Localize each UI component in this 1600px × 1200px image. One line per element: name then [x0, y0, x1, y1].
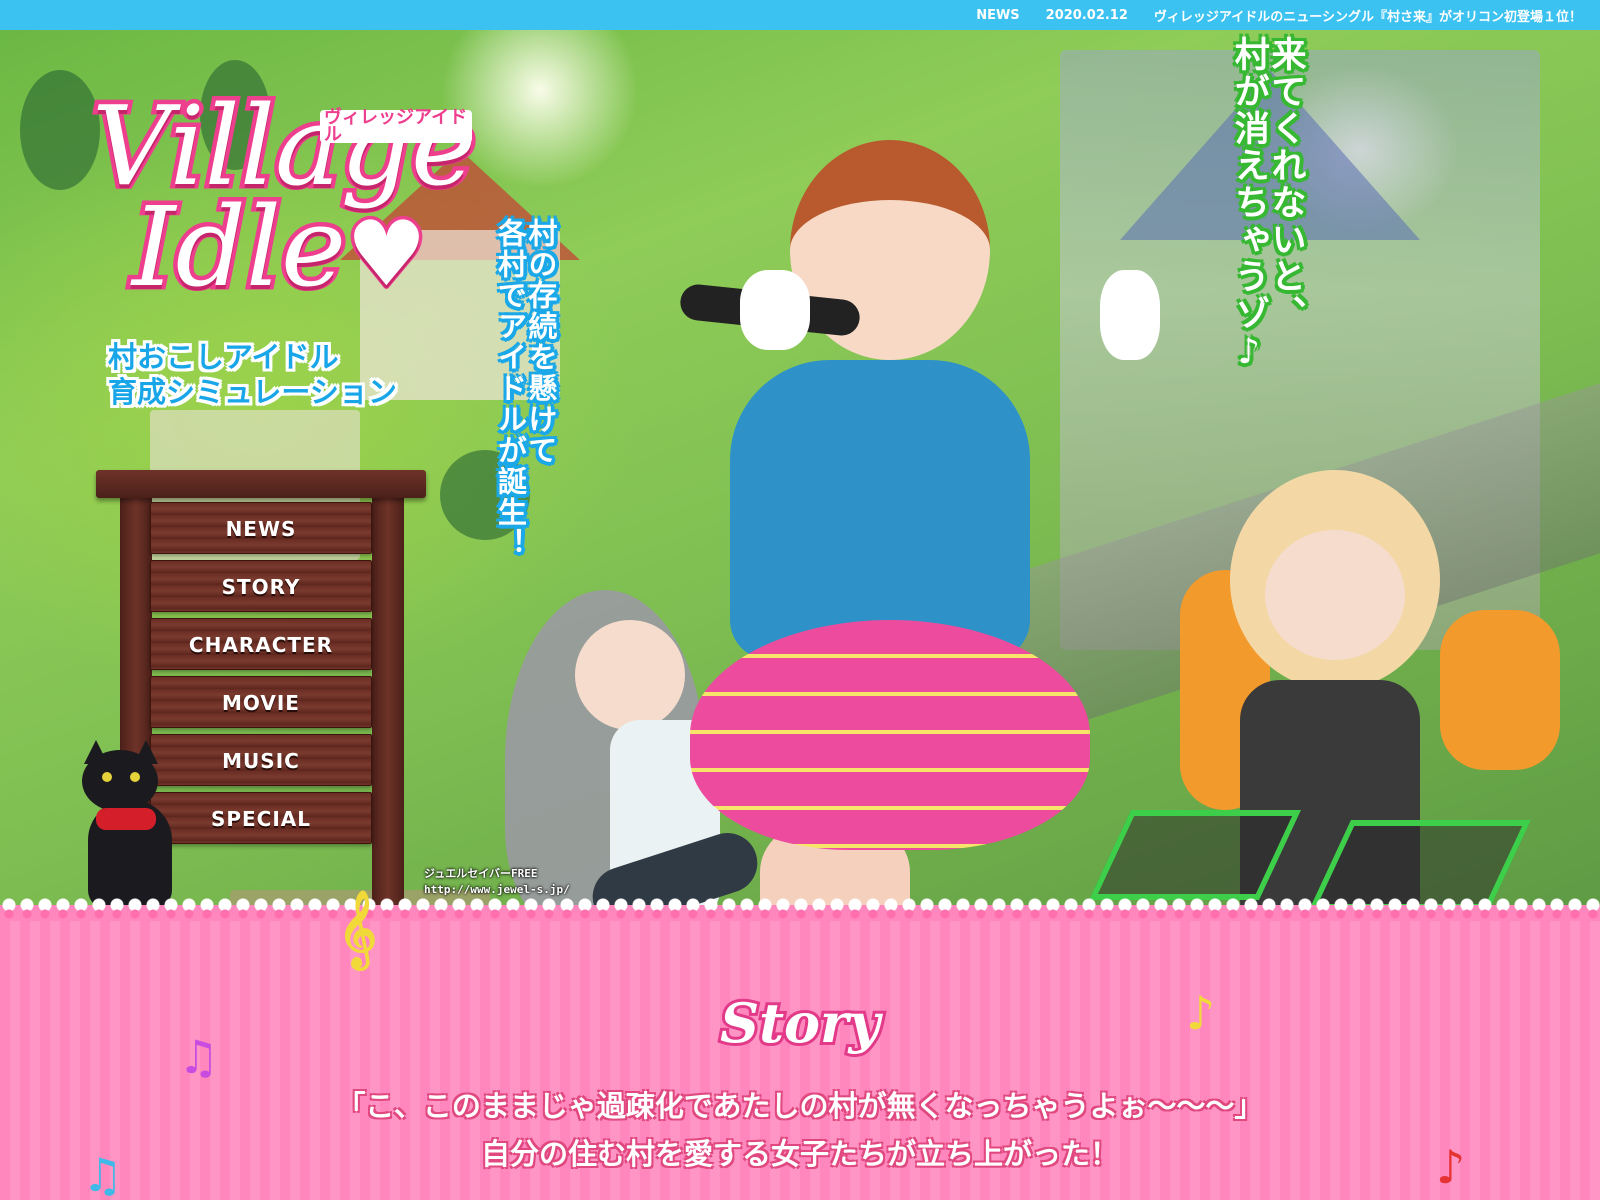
nav-story[interactable]: STORY [150, 560, 372, 612]
cat-eye [130, 772, 140, 782]
tagline-line2: 育成シミュレーション [108, 374, 397, 409]
cat-bow [96, 808, 156, 830]
news-headline-link[interactable]: ヴィレッジアイドルのニューシングル『村さ来』がオリコン初登場１位！ [1154, 6, 1582, 25]
nav-news[interactable]: NEWS [150, 502, 372, 554]
catchcopy-green-col2: 村が消えちゃうゾ♪ [1228, 36, 1269, 374]
site-logo[interactable]: Village Idle♥ ヴィレッジアイドル [88, 86, 481, 307]
news-ticker: NEWS 2020.02.12 ヴィレッジアイドルのニューシングル『村さ来』がオ… [0, 0, 1600, 30]
treble-clef-icon: 𝄞 [338, 890, 378, 967]
logo-kana: ヴィレッジアイドル [320, 108, 472, 144]
tree [20, 70, 100, 190]
black-cat-mascot [76, 740, 186, 910]
tagline: 村おこしアイドル 育成シミュレーション [108, 340, 397, 410]
heart-icon: ♥ [343, 202, 431, 308]
cat-head [82, 750, 158, 812]
idol-left-face [575, 620, 685, 730]
catchcopy-blue-col2: 各村でアイドルが誕生！ [493, 218, 528, 559]
logo-idle-row: Idle♥ [127, 188, 472, 307]
sign-post [372, 490, 404, 920]
feather-boa [1440, 610, 1560, 770]
news-label: NEWS [976, 7, 1020, 23]
nav-movie[interactable]: MOVIE [150, 676, 372, 728]
idol-main-skirt [690, 620, 1090, 850]
idol-right-face [1265, 530, 1405, 660]
catchcopy-green: 来てくれないと、 村が消えちゃうゾ♪ [1228, 36, 1306, 374]
glove [1100, 270, 1160, 360]
cat-eye [102, 772, 112, 782]
news-date: 2020.02.12 [1045, 7, 1128, 23]
story-section: Story 「こ、このままじゃ過疎化であたしの村が無くなっちゃうよぉ〜〜〜」 自… [0, 891, 1600, 1200]
idol-main-jacket [730, 360, 1030, 660]
music-note-icon: ♫ [178, 1030, 220, 1084]
logo-idle: Idle [127, 183, 350, 312]
sign-crossbar [96, 470, 426, 498]
story-heading: Story [717, 988, 883, 1058]
music-note-icon: ♪ [1436, 1140, 1466, 1194]
story-text-line1: 「こ、このままじゃ過疎化であたしの村が無くなっちゃうよぉ〜〜〜」 [336, 1089, 1264, 1123]
catchcopy-blue: 村の存続を懸けて 各村でアイドルが誕生！ [493, 218, 558, 559]
catchcopy-green-col1: 来てくれないと、 [1265, 36, 1306, 332]
glove [740, 270, 810, 350]
lace-border-inner [0, 905, 1600, 923]
credit-name: ジュエルセイバーFREE [424, 867, 538, 880]
nav-character[interactable]: CHARACTER [150, 618, 372, 670]
music-note-icon: ♪ [1186, 986, 1216, 1040]
story-text-line2: 自分の住む村を愛する女子たちが立ち上がった！ [480, 1137, 1119, 1171]
tagline-line1: 村おこしアイドル [108, 340, 339, 374]
catchcopy-blue-col1: 村の存続を懸けて [523, 218, 558, 466]
music-note-icon: ♫ [82, 1148, 124, 1200]
